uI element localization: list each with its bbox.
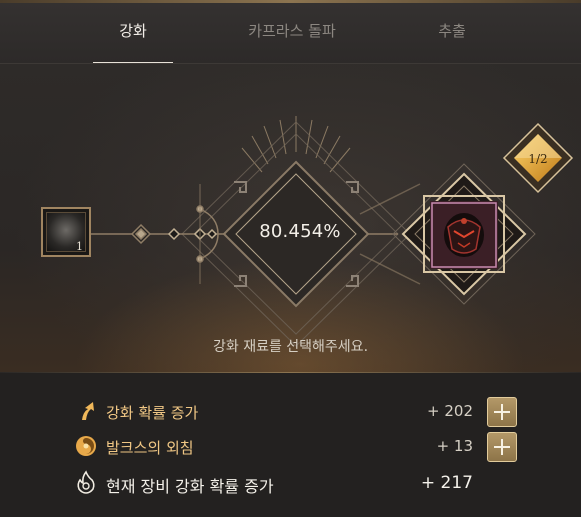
flame-icon	[77, 470, 95, 494]
stat-label: 강화 확률 증가	[106, 404, 199, 422]
enhance-stage: 1 80.454% 1/2 강화 재료를 선택해주세요.	[0, 64, 581, 372]
material-count: 1	[76, 240, 83, 253]
add-valks-cry-button[interactable]	[487, 432, 517, 462]
tab-bar: 강화 카프라스 돌파 추출	[0, 3, 581, 64]
enhance-material-slot[interactable]: 1	[41, 207, 91, 257]
arrow-up-icon	[82, 402, 94, 420]
success-rate: 80.454%	[259, 221, 341, 242]
tab-enhance[interactable]: 강화	[93, 3, 173, 63]
equipment-slot[interactable]	[430, 201, 498, 269]
equipment-item-icon	[430, 201, 498, 269]
select-material-hint: 강화 재료를 선택해주세요.	[212, 339, 369, 355]
tab-caphras-breakthrough[interactable]: 카프라스 돌파	[222, 3, 362, 63]
add-enhance-chance-button[interactable]	[487, 397, 517, 427]
stat-value: + 202	[427, 402, 473, 420]
stat-label: 발크스의 외침	[106, 439, 194, 457]
tab-extract[interactable]: 추출	[412, 3, 492, 63]
stat-row-enhance-chance: 강화 확률 증가 + 202	[0, 397, 581, 427]
stat-row-valks-cry: 발크스의 외침 + 13	[0, 432, 581, 462]
stats-panel: 강화 확률 증가 + 202 발크스의 외침 + 13 현재 장비 강화 확률 …	[0, 373, 581, 517]
stat-value: + 13	[436, 437, 473, 455]
valks-cry-icon	[76, 436, 96, 456]
stat-row-total-chance: 현재 장비 강화 확률 증가 + 217	[0, 468, 581, 498]
material-connector	[91, 184, 224, 284]
equipment-badge-count: 1/2	[528, 152, 548, 166]
stat-label: 현재 장비 강화 확률 증가	[106, 477, 274, 496]
stat-value: + 217	[420, 473, 473, 493]
